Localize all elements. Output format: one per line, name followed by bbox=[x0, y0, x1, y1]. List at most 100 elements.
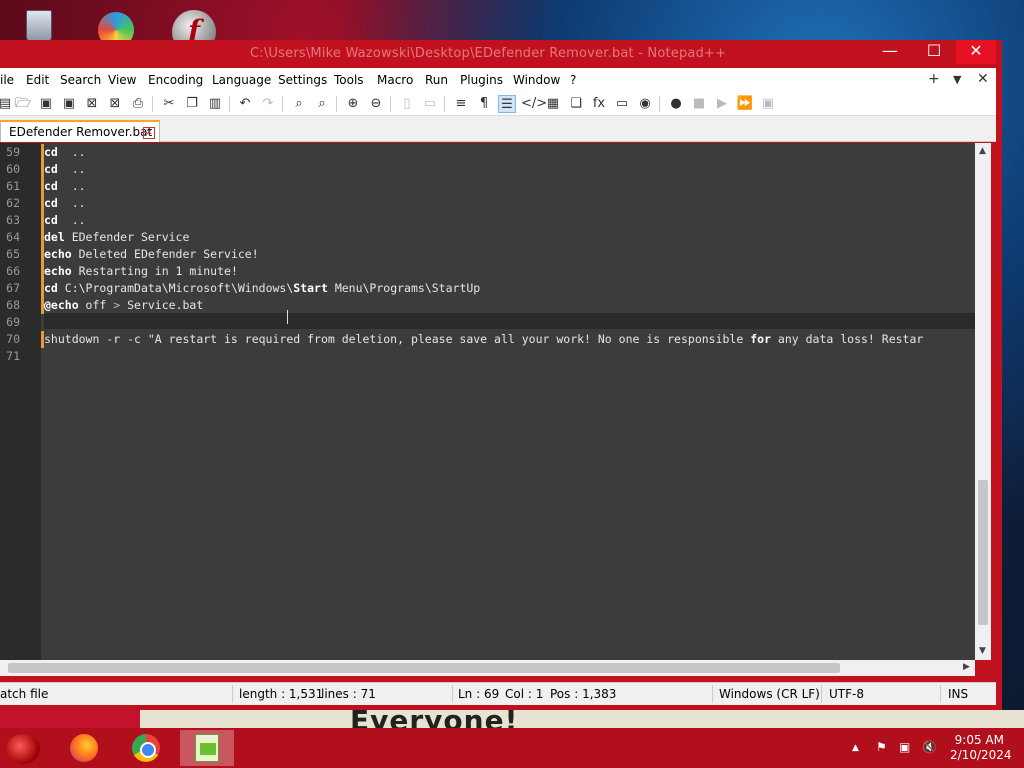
open-file-icon[interactable]: 🗁 bbox=[14, 95, 32, 113]
save-macro-icon[interactable]: ▣ bbox=[759, 95, 777, 113]
browser-desktop-icon[interactable] bbox=[94, 4, 140, 48]
menu-file[interactable]: ile bbox=[0, 73, 14, 87]
code-line: del EDefender Service bbox=[44, 230, 975, 244]
menu-settings[interactable]: Settings bbox=[278, 73, 327, 87]
new-file-icon[interactable]: ▤ bbox=[0, 95, 14, 113]
line-number: 67 bbox=[6, 281, 20, 295]
run-macro-multiple-icon[interactable]: ⏩ bbox=[736, 95, 754, 113]
chrome-taskbar-icon[interactable] bbox=[118, 730, 172, 766]
menu-search[interactable]: Search bbox=[60, 73, 101, 87]
find-icon[interactable]: ⌕ bbox=[290, 95, 308, 113]
sync-horizontal-icon[interactable]: ▭ bbox=[421, 95, 439, 113]
monitoring-icon[interactable]: ◉ bbox=[636, 95, 654, 113]
code-keyword: cd bbox=[44, 196, 58, 210]
replace-icon[interactable]: ⌕ bbox=[313, 95, 331, 113]
firefox-taskbar-icon[interactable] bbox=[56, 730, 110, 766]
function-list-icon[interactable]: fx bbox=[590, 95, 608, 113]
status-lines: lines : 71 bbox=[321, 687, 376, 701]
doc-list-icon[interactable]: ❏ bbox=[567, 95, 585, 113]
code-keyword: cd bbox=[44, 145, 58, 159]
close-doc-icon[interactable]: ✕ bbox=[977, 71, 989, 87]
code-text: Service.bat bbox=[120, 298, 204, 312]
save-all-icon[interactable]: ▣ bbox=[60, 95, 78, 113]
close-all-icon[interactable]: ⊠ bbox=[106, 95, 124, 113]
tab-edefender-remover[interactable]: EDefender Remover.bat ✕ bbox=[0, 120, 160, 142]
current-line-highlight bbox=[44, 313, 975, 329]
doc-map-icon[interactable]: ▦ bbox=[544, 95, 562, 113]
menu-bar: ile Edit Search View Encoding Language S… bbox=[0, 68, 996, 92]
code-text: off bbox=[78, 298, 114, 312]
status-insert-mode: INS bbox=[948, 687, 969, 701]
code-keyword: cd bbox=[44, 281, 58, 295]
scroll-up-icon[interactable]: ▲ bbox=[979, 146, 986, 156]
menu-plugins[interactable]: Plugins bbox=[460, 73, 503, 87]
menu-language[interactable]: Language bbox=[212, 73, 271, 87]
vertical-scroll-thumb[interactable] bbox=[978, 480, 988, 625]
code-line: cd .. bbox=[44, 145, 975, 159]
word-wrap-icon[interactable]: ≡ bbox=[452, 95, 470, 113]
tab-label: EDefender Remover.bat bbox=[9, 125, 153, 139]
code-line: cd .. bbox=[44, 196, 975, 210]
cut-icon[interactable]: ✂ bbox=[160, 95, 178, 113]
menu-tools[interactable]: Tools bbox=[334, 73, 364, 87]
play-macro-icon[interactable]: ▶ bbox=[713, 95, 731, 113]
code-editor[interactable]: 59 cd .. 60 cd .. 61 cd .. 62 cd .. 63 cd .. 64 del… bbox=[0, 143, 975, 660]
record-macro-icon[interactable]: ● bbox=[667, 95, 685, 113]
tray-overflow-icon[interactable]: ▲ bbox=[852, 743, 859, 753]
maximize-button[interactable]: ☐ bbox=[914, 40, 954, 64]
close-button[interactable]: ✕ bbox=[956, 40, 996, 64]
show-all-chars-icon[interactable]: ¶ bbox=[475, 95, 493, 113]
undo-icon[interactable]: ↶ bbox=[236, 95, 254, 113]
new-tab-icon[interactable]: + bbox=[928, 71, 940, 87]
menu-view[interactable]: View bbox=[108, 73, 136, 87]
redo-icon[interactable]: ↷ bbox=[259, 95, 277, 113]
close-file-icon[interactable]: ⊠ bbox=[83, 95, 101, 113]
line-number: 66 bbox=[6, 264, 20, 278]
code-keyword: echo bbox=[44, 264, 72, 278]
status-length: length : 1,531 bbox=[239, 687, 324, 701]
toolbar: ▤ 🗁 ▣ ▣ ⊠ ⊠ ⎙ ✂ ❐ ▥ ↶ ↷ ⌕ ⌕ ⊕ ⊖ ▯ ▭ ≡ ¶ bbox=[0, 92, 996, 116]
scroll-down-icon[interactable]: ▼ bbox=[979, 646, 986, 656]
print-icon[interactable]: ⎙ bbox=[129, 95, 147, 113]
stop-macro-icon[interactable]: ■ bbox=[690, 95, 708, 113]
xml-tag-icon[interactable]: </> bbox=[521, 95, 547, 113]
notepadpp-taskbar-icon[interactable] bbox=[180, 730, 234, 766]
indent-guide-icon[interactable]: ☰ bbox=[498, 95, 516, 113]
save-icon[interactable]: ▣ bbox=[37, 95, 55, 113]
mouse-ibeam-cursor bbox=[287, 310, 293, 324]
horizontal-scroll-thumb[interactable] bbox=[8, 663, 840, 673]
clock-date: 2/10/2024 bbox=[950, 748, 1012, 762]
taskbar: ▲ ⚑ ▣ 🔇 9:05 AM 2/10/2024 bbox=[0, 728, 1024, 768]
tray-volume-icon[interactable]: 🔇 bbox=[922, 740, 937, 754]
scroll-right-icon[interactable]: ▶ bbox=[963, 662, 970, 672]
recycle-bin-icon[interactable] bbox=[16, 4, 62, 44]
menu-macro[interactable]: Macro bbox=[377, 73, 413, 87]
folder-workspace-icon[interactable]: ▭ bbox=[613, 95, 631, 113]
minimize-button[interactable]: — bbox=[870, 40, 910, 64]
menu-help[interactable]: ? bbox=[570, 73, 576, 87]
code-text: .. bbox=[57, 196, 86, 210]
menu-window[interactable]: Window bbox=[513, 73, 560, 87]
menu-run[interactable]: Run bbox=[425, 73, 448, 87]
start-button-icon[interactable] bbox=[6, 734, 40, 764]
sync-vertical-icon[interactable]: ▯ bbox=[398, 95, 416, 113]
tray-network-icon[interactable]: ▣ bbox=[899, 740, 910, 754]
code-keyword: echo bbox=[44, 247, 72, 261]
code-keyword: for bbox=[750, 332, 771, 346]
tab-list-icon[interactable]: ▼ bbox=[953, 73, 961, 86]
clock[interactable]: 9:05 AM 2/10/2024 bbox=[950, 733, 1012, 763]
menu-encoding[interactable]: Encoding bbox=[148, 73, 203, 87]
code-text: .. bbox=[57, 162, 86, 176]
zoom-in-icon[interactable]: ⊕ bbox=[344, 95, 362, 113]
paste-icon[interactable]: ▥ bbox=[206, 95, 224, 113]
title-bar[interactable]: C:\Users\Mike Wazowski\Desktop\EDefender… bbox=[0, 40, 1000, 68]
zoom-out-icon[interactable]: ⊖ bbox=[367, 95, 385, 113]
tab-close-icon[interactable]: ✕ bbox=[143, 127, 155, 139]
code-line: cd .. bbox=[44, 162, 975, 176]
line-number: 60 bbox=[6, 162, 20, 176]
copy-icon[interactable]: ❐ bbox=[183, 95, 201, 113]
tray-flag-icon[interactable]: ⚑ bbox=[876, 740, 887, 754]
menu-edit[interactable]: Edit bbox=[26, 73, 49, 87]
line-number: 65 bbox=[6, 247, 20, 261]
flash-desktop-icon[interactable]: f bbox=[170, 4, 216, 54]
